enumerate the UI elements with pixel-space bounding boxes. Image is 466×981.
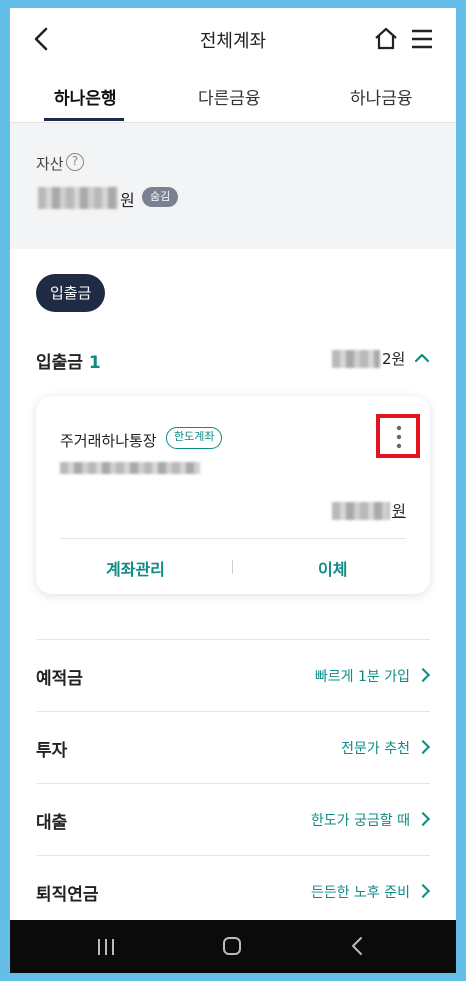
chevron-right-icon <box>415 883 431 899</box>
system-navigation-bar <box>10 920 456 973</box>
nav-recents-icon[interactable] <box>96 938 116 956</box>
row-label: 투자 <box>36 741 68 761</box>
tab-other-finance[interactable]: 다른금융 <box>198 84 261 109</box>
category-chip-deposit[interactable]: 입출금 <box>36 274 106 312</box>
product-row-loan[interactable]: 대출 한도가 궁금할 때 <box>36 783 431 856</box>
home-icon[interactable] <box>374 26 398 52</box>
top-app-bar: 전체계좌 <box>10 8 456 70</box>
bank-tab-bar: 하나은행 다른금융 하나금융 <box>10 70 456 123</box>
transfer-button[interactable]: 이체 <box>318 556 347 580</box>
row-link-label: 전문가 추천 <box>341 741 410 757</box>
asset-summary: 자산 ? 원 숨김 <box>10 123 456 249</box>
deposit-total-masked <box>332 350 380 368</box>
help-icon[interactable]: ? <box>66 153 84 171</box>
active-tab-indicator <box>44 118 124 121</box>
card-divider <box>60 538 406 539</box>
button-separator <box>232 560 233 574</box>
asset-amount-masked <box>38 187 118 209</box>
deposit-section-label: 입출금 <box>36 353 83 373</box>
more-vertical-icon <box>396 425 402 449</box>
product-row-savings[interactable]: 예적금 빠르게 1분 가입 <box>36 639 431 712</box>
deposit-total-suffix: 2원 <box>382 350 406 368</box>
row-label: 퇴직연금 <box>36 885 99 905</box>
more-options-button[interactable] <box>376 414 420 458</box>
account-balance-unit: 원 <box>392 502 406 520</box>
row-label: 예적금 <box>36 669 83 689</box>
tab-hana-finance[interactable]: 하나금융 <box>350 84 413 109</box>
deposit-section-count: 1 <box>88 353 101 373</box>
product-row-investment[interactable]: 투자 전문가 추천 <box>36 711 431 784</box>
chevron-up-icon[interactable] <box>414 350 430 366</box>
row-link-label: 한도가 궁금할 때 <box>310 813 410 829</box>
row-link-label: 든든한 노후 준비 <box>310 885 410 901</box>
chevron-right-icon <box>415 739 431 755</box>
row-link[interactable]: 든든한 노후 준비 <box>310 882 431 902</box>
tab-hana-bank[interactable]: 하나은행 <box>54 84 117 109</box>
nav-home-icon[interactable] <box>222 936 242 956</box>
row-link[interactable]: 한도가 궁금할 때 <box>310 810 431 830</box>
account-name: 주거래하나통장 <box>60 432 157 450</box>
chevron-right-icon <box>415 667 431 683</box>
hamburger-menu-icon[interactable] <box>410 26 434 52</box>
chevron-right-icon <box>415 811 431 827</box>
app-screen: 전체계좌 하나은행 다른금융 하나금융 자산 ? 원 숨김 입출금 입출금 1 … <box>10 8 456 973</box>
account-card[interactable]: 주거래하나통장 한도계좌 원 계좌관리 이체 <box>36 396 430 594</box>
limit-account-badge: 한도계좌 <box>166 427 223 449</box>
row-link[interactable]: 전문가 추천 <box>341 738 431 758</box>
row-link-label: 빠르게 1분 가입 <box>314 669 410 685</box>
deposit-section-title: 입출금 1 <box>36 348 101 373</box>
product-row-pension[interactable]: 퇴직연금 든든한 노후 준비 <box>36 855 431 928</box>
row-label: 대출 <box>36 813 68 833</box>
row-link[interactable]: 빠르게 1분 가입 <box>314 666 431 686</box>
hide-amount-button[interactable]: 숨김 <box>142 187 179 207</box>
account-number-masked <box>60 462 200 474</box>
account-manage-button[interactable]: 계좌관리 <box>106 556 165 580</box>
account-balance-masked <box>332 502 390 520</box>
nav-back-icon[interactable] <box>350 936 364 956</box>
asset-unit: 원 <box>120 191 135 210</box>
asset-label: 자산 <box>36 155 64 173</box>
